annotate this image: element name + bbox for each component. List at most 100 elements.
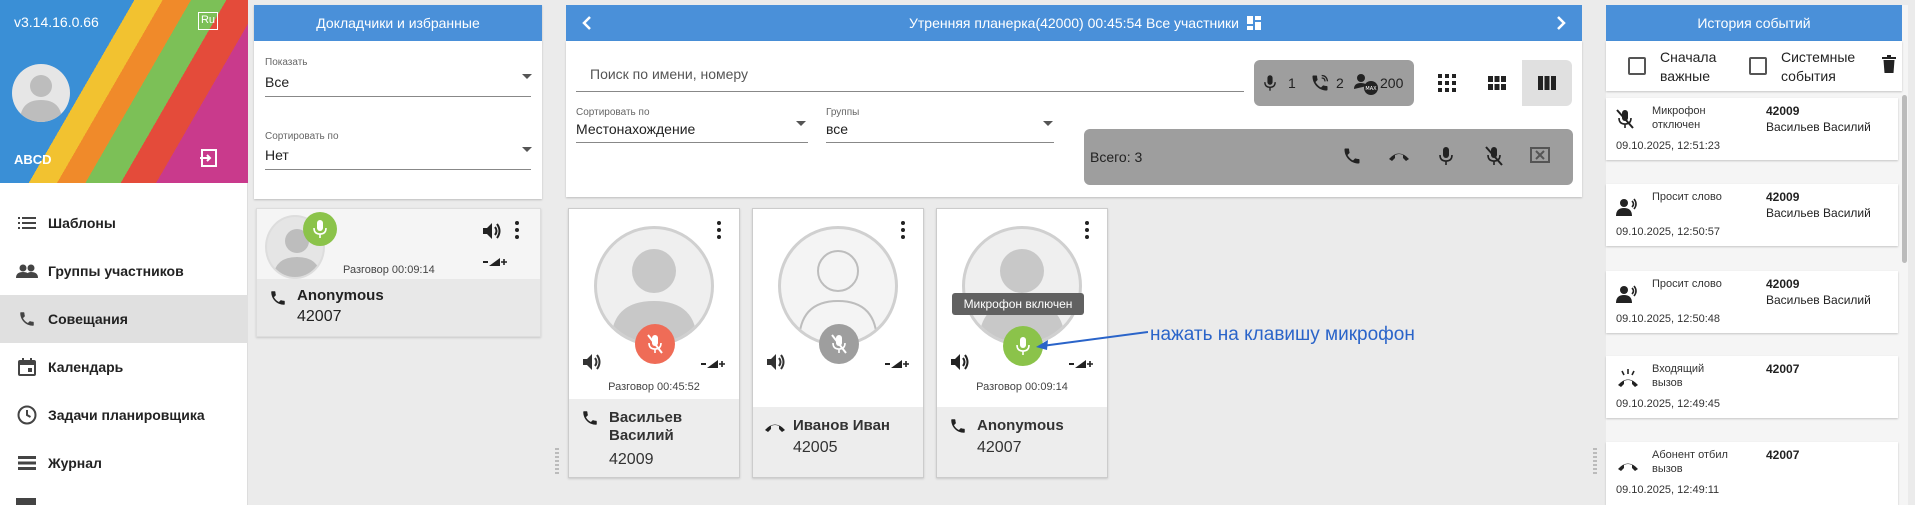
nav-item-meetings[interactable]: Совещания xyxy=(0,295,248,343)
event-type: Абонент отбил вызов xyxy=(1652,449,1728,475)
hangup-icon xyxy=(763,421,787,433)
participant-card[interactable]: Разговор 00:45:52 Васильев Василий 42009 xyxy=(568,208,740,478)
phone-icon xyxy=(269,289,287,307)
volume-icon[interactable] xyxy=(483,222,503,240)
nav-item-templates[interactable]: Шаблоны xyxy=(0,199,248,247)
nav-item-label: Совещания xyxy=(48,311,128,327)
show-select[interactable]: Все xyxy=(265,74,289,90)
avatar[interactable] xyxy=(12,64,70,122)
history-event[interactable]: Просит слово 42009 Васильев Василий 09.1… xyxy=(1606,184,1898,246)
language-icon[interactable]: Ru xyxy=(198,12,218,30)
signal-level-icon[interactable] xyxy=(1069,357,1093,369)
mic-tooltip: Микрофон включен xyxy=(952,293,1084,315)
panel-splitter[interactable] xyxy=(1593,448,1597,474)
speaker-name: Anonymous xyxy=(297,287,384,304)
history-event[interactable]: Абонент отбил вызов 42007 09.10.2025, 12… xyxy=(1606,442,1898,505)
layout-dashboard-icon[interactable] xyxy=(1247,16,1261,30)
grid-large-icon xyxy=(1538,76,1556,90)
important-first-checkbox[interactable] xyxy=(1628,57,1646,75)
event-time: 09.10.2025, 12:50:57 xyxy=(1616,226,1720,238)
user-name: ABCD xyxy=(14,152,52,167)
speaker-number: 42007 xyxy=(297,308,342,325)
show-select-underline xyxy=(265,96,531,97)
close-all-icon[interactable] xyxy=(1530,147,1550,163)
chevron-down-icon[interactable] xyxy=(1043,121,1053,126)
talk-duration: Разговор 00:09:14 xyxy=(343,264,435,276)
participant-stats: 1 2 MAX 200 xyxy=(1254,60,1414,106)
more-menu-icon[interactable] xyxy=(515,221,519,242)
mic-muted-button[interactable] xyxy=(635,324,675,364)
mic-all-off-icon[interactable] xyxy=(1485,146,1503,166)
history-event[interactable]: Микрофон отключен 42009 Васильев Василий… xyxy=(1606,98,1898,160)
clock-icon xyxy=(16,404,38,426)
sort-select-label: Сортировать по xyxy=(576,107,650,118)
hangup-icon xyxy=(1616,460,1640,472)
speaker-card[interactable]: Разговор 00:09:14 Anonymous 42007 xyxy=(256,208,541,337)
participant-number: 42007 xyxy=(977,439,1022,456)
chevron-down-icon[interactable] xyxy=(796,121,806,126)
signal-level-icon[interactable] xyxy=(483,255,507,267)
participant-name: Васильев Василий xyxy=(609,409,683,444)
signal-level-icon[interactable] xyxy=(701,357,725,369)
system-events-checkbox[interactable] xyxy=(1749,57,1767,75)
grid-small-view-button[interactable] xyxy=(1422,60,1472,106)
chevron-right-icon[interactable] xyxy=(1556,16,1566,30)
groups-select[interactable]: все xyxy=(826,121,848,137)
participant-footer: Васильев Василий 42009 xyxy=(569,399,739,477)
nav-item-participant-groups[interactable]: Группы участников xyxy=(0,247,248,295)
panel-splitter[interactable] xyxy=(555,448,559,474)
mic-on-button[interactable] xyxy=(303,212,337,246)
bulk-actions-bar: Всего: 3 xyxy=(1084,129,1573,185)
chevron-down-icon[interactable] xyxy=(522,74,532,79)
talk-duration: Разговор 00:09:14 xyxy=(976,381,1068,393)
sort-select[interactable]: Нет xyxy=(265,147,289,163)
mic-muted-button[interactable] xyxy=(819,324,859,364)
left-navigation: v3.14.16.0.66 Ru ABCD Шаблоны Группы уча… xyxy=(0,0,248,505)
search-placeholder: Поиск по имени, номеру xyxy=(590,66,749,82)
max-participants-icon: MAX xyxy=(1354,73,1378,95)
logout-icon[interactable] xyxy=(199,148,219,168)
grid-large-view-button[interactable] xyxy=(1522,60,1572,106)
event-number: 42009 xyxy=(1766,104,1800,118)
search-input[interactable]: Поиск по имени, номеру xyxy=(576,52,1244,92)
volume-icon[interactable] xyxy=(583,353,603,371)
history-event[interactable]: Входящий вызов 42007 09.10.2025, 12:49:4… xyxy=(1606,356,1898,418)
history-scrollbar[interactable] xyxy=(1902,95,1907,263)
volume-icon[interactable] xyxy=(767,353,787,371)
event-user: Васильев Василий xyxy=(1766,206,1871,220)
more-menu-icon[interactable] xyxy=(901,221,905,242)
speakers-panel: Докладчики и избранные Показать Все Сорт… xyxy=(254,5,542,199)
grid-medium-view-button[interactable] xyxy=(1472,60,1522,106)
sort-select[interactable]: Местонахождение xyxy=(576,121,695,137)
nav-item-journal[interactable]: Журнал xyxy=(0,439,248,487)
speaker-card-footer: Anonymous 42007 xyxy=(257,279,540,336)
nav-item-label: Журнал xyxy=(48,455,102,471)
event-user: Васильев Василий xyxy=(1766,293,1871,307)
show-select-label: Показать xyxy=(265,57,308,68)
nav-item-calendar[interactable]: Календарь xyxy=(0,343,248,391)
calendar-icon xyxy=(16,356,38,378)
speakers-panel-title: Докладчики и избранные xyxy=(254,5,542,41)
conference-title: Утренняя планерка(42000) 00:45:54 Все уч… xyxy=(909,15,1239,31)
nav-item-scheduler-tasks[interactable]: Задачи планировщика xyxy=(0,391,248,439)
mic-off-icon xyxy=(1616,108,1634,130)
more-menu-icon[interactable] xyxy=(1085,221,1089,242)
view-mode-buttons xyxy=(1422,60,1572,106)
call-all-icon[interactable] xyxy=(1342,146,1362,166)
trash-icon[interactable] xyxy=(1882,55,1896,73)
participant-card[interactable]: Иванов Иван 42005 xyxy=(752,208,924,478)
chevron-down-icon[interactable] xyxy=(522,147,532,152)
event-type: Просит слово xyxy=(1652,278,1722,290)
list-icon xyxy=(16,212,38,234)
mic-all-on-icon[interactable] xyxy=(1439,146,1453,166)
event-time: 09.10.2025, 12:51:23 xyxy=(1616,140,1720,152)
event-number: 42007 xyxy=(1766,448,1800,462)
hangup-all-icon[interactable] xyxy=(1387,150,1411,162)
history-event[interactable]: Просит слово 42009 Васильев Василий 09.1… xyxy=(1606,271,1898,333)
people-icon xyxy=(16,260,38,282)
signal-level-icon[interactable] xyxy=(885,357,909,369)
event-time: 09.10.2025, 12:49:45 xyxy=(1616,398,1720,410)
more-menu-icon[interactable] xyxy=(717,221,721,242)
participant-name: Иванов Иван xyxy=(793,417,890,434)
volume-icon[interactable] xyxy=(951,353,971,371)
